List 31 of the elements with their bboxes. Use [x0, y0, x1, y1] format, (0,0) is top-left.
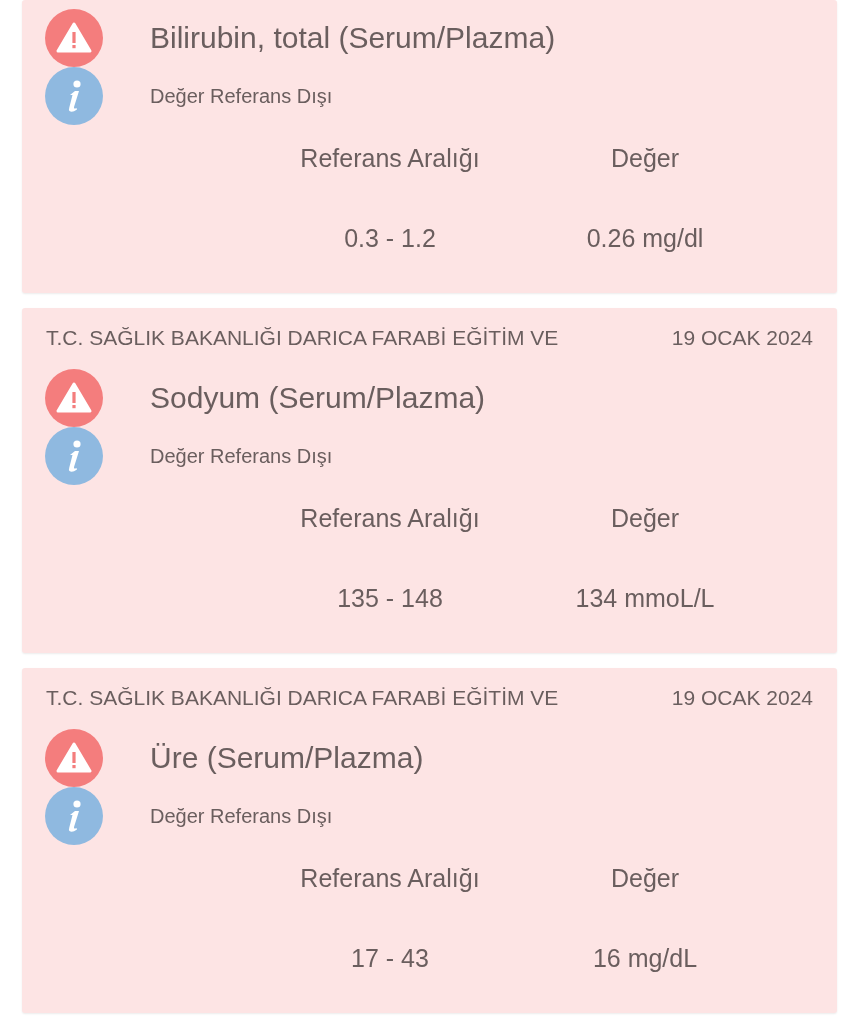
- result-value: 0.26 mg/dl: [585, 223, 705, 254]
- status-text: Değer Referans Dışı: [150, 804, 333, 828]
- status-text: Değer Referans Dışı: [150, 84, 333, 108]
- warning-icon: [45, 729, 103, 787]
- result-value: 134 mmoL/L: [574, 583, 716, 614]
- warning-icon: [45, 369, 103, 427]
- result-card[interactable]: Bilirubin, total (Serum/Plazma) Değer Referans Dışı Referans Aralığı Değer 0.3 - 1.2 0.26 mg/dl: [22, 0, 837, 293]
- result-card[interactable]: T.C. SAĞLIK BAKANLIĞI DARICA FARABİ EĞİTİM VE 19 OCAK 2024 Sodyum (Serum/Plazma) Değer Referans Dışı Referans Aralığı Değer 135 - 148 134 mmoL/L: [22, 308, 837, 653]
- institution-name: T.C. SAĞLIK BAKANLIĞI DARICA FARABİ EĞİTİM VE: [46, 686, 559, 710]
- info-icon[interactable]: [45, 787, 103, 845]
- column-header: Değer: [609, 143, 681, 174]
- column-header: Referans Aralığı: [299, 503, 481, 534]
- reference-range: 135 - 148: [336, 583, 444, 614]
- reference-range: 0.3 - 1.2: [343, 223, 437, 254]
- reference-range: 17 - 43: [350, 943, 430, 974]
- info-icon[interactable]: [45, 427, 103, 485]
- warning-icon: [45, 9, 103, 67]
- result-card[interactable]: T.C. SAĞLIK BAKANLIĞI DARICA FARABİ EĞİTİM VE 19 OCAK 2024 Üre (Serum/Plazma) Değer Referans Dışı Referans Aralığı Değer 17 - 43 16 mg/dL: [22, 668, 837, 1013]
- column-header: Referans Aralığı: [299, 143, 481, 174]
- column-header: Değer: [609, 863, 681, 894]
- institution-name: T.C. SAĞLIK BAKANLIĞI DARICA FARABİ EĞİTİM VE: [46, 326, 559, 350]
- info-icon[interactable]: [45, 67, 103, 125]
- test-name: Üre (Serum/Plazma): [150, 741, 424, 775]
- test-name: Bilirubin, total (Serum/Plazma): [150, 21, 556, 55]
- status-text: Değer Referans Dışı: [150, 444, 333, 468]
- test-name: Sodyum (Serum/Plazma): [150, 381, 486, 415]
- result-date: 19 OCAK 2024: [671, 326, 813, 350]
- column-header: Değer: [609, 503, 681, 534]
- result-value: 16 mg/dL: [591, 943, 699, 974]
- result-date: 19 OCAK 2024: [671, 686, 813, 710]
- column-header: Referans Aralığı: [299, 863, 481, 894]
